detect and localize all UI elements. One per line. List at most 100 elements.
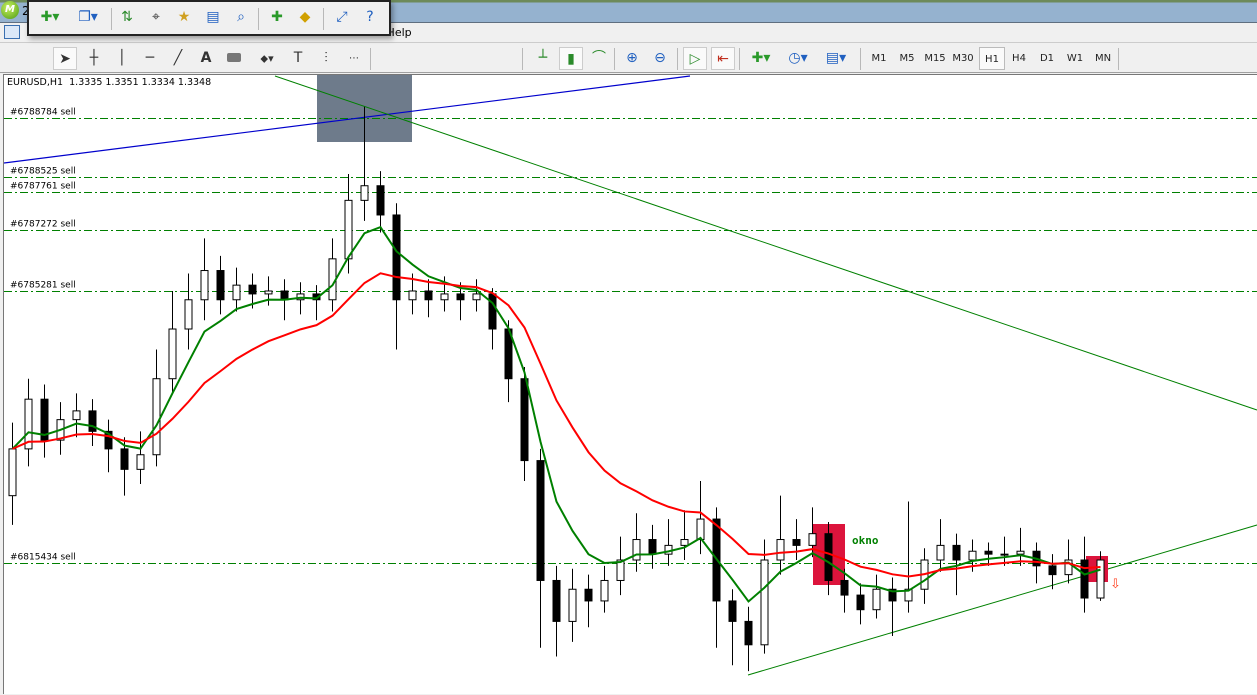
crosshair-icon[interactable]: ┼ — [82, 47, 106, 70]
candle — [904, 501, 913, 613]
candle-body — [360, 185, 369, 201]
candle-body — [488, 293, 497, 330]
candle-body — [552, 579, 561, 622]
arrows-icon[interactable]: ⬥▾ — [252, 47, 282, 70]
candle-body — [72, 410, 81, 421]
candle — [776, 495, 785, 575]
candle-body — [600, 579, 609, 602]
sell-arrow-icon: ⇩ — [1110, 577, 1121, 592]
floating-standard-toolbar[interactable]: ✚▾ ❐▾ ⇅ ⌖ ★ ▤ ⌕ ✚ ◆ ⤢ ? — [27, 0, 391, 36]
market-watch-icon[interactable]: ⇅ — [115, 6, 139, 29]
timeframe-m30[interactable]: M30 — [950, 47, 976, 70]
candle-body — [264, 290, 273, 295]
candle-body — [408, 290, 417, 301]
rectangle-icon[interactable] — [222, 47, 246, 70]
candle-body — [8, 448, 17, 497]
candle-body — [776, 539, 785, 561]
trendline-icon[interactable]: ╱ — [166, 47, 190, 70]
cursor-icon[interactable]: ➤ — [53, 47, 77, 70]
chart-window-icon[interactable] — [4, 25, 20, 39]
candle-body — [728, 600, 737, 622]
candle — [1000, 536, 1009, 566]
candle-body — [568, 588, 577, 622]
horizontal-line-icon[interactable]: ─ — [138, 47, 162, 70]
candle-body — [424, 290, 433, 301]
candle — [136, 431, 145, 484]
candle-body — [1096, 559, 1105, 599]
candle-body — [456, 293, 465, 301]
candle — [328, 238, 337, 312]
candle — [632, 513, 641, 572]
candle-body — [200, 270, 209, 301]
timeframe-m1[interactable]: M1 — [866, 47, 892, 70]
templates-icon[interactable]: ▤▾ — [820, 47, 852, 70]
order-label: #6785281 sell — [10, 281, 76, 291]
candlestick-icon[interactable]: ▮ — [559, 47, 583, 70]
candle — [1048, 554, 1057, 590]
timeframe-w1[interactable]: W1 — [1062, 47, 1088, 70]
toolbar: ➤ ┼ │ ─ ╱ A ⬥▾ T ⫶ ⋯ ┴ ▮ ⌒ ⊕ ⊖ ▷ ⇤ ✚▾ ◷▾… — [0, 44, 1257, 73]
fullscreen-icon[interactable]: ⤢ — [330, 6, 354, 29]
navigator-icon[interactable]: ★ — [172, 6, 196, 29]
fibonacci-fan-icon[interactable]: ⋯ — [342, 47, 366, 70]
periods-icon[interactable]: ◷▾ — [783, 47, 813, 70]
candle — [984, 542, 993, 566]
indicators-icon[interactable]: ✚▾ — [746, 47, 776, 70]
new-chart-icon[interactable]: ✚▾ — [35, 6, 65, 29]
candle — [760, 539, 769, 654]
alert-icon[interactable]: ◆ — [293, 6, 317, 29]
text-label-icon[interactable]: T — [286, 47, 310, 70]
candle-body — [872, 588, 881, 611]
data-window-crosshair-icon[interactable]: ⌖ — [144, 6, 168, 29]
green-resistance-trendline — [274, 75, 1257, 411]
chart-symbol: EURUSD,H1 — [7, 77, 64, 88]
order-label: #6788784 sell — [10, 108, 76, 118]
candle — [1064, 539, 1073, 584]
candle — [648, 524, 657, 569]
candle-body — [632, 539, 641, 561]
candle-body — [680, 539, 689, 546]
strategy-tester-icon[interactable]: ⌕ — [229, 6, 253, 29]
new-order-icon[interactable]: ✚ — [265, 6, 289, 29]
candle — [376, 171, 385, 233]
fibonacci-icon[interactable]: ⫶ — [314, 47, 338, 70]
line-chart-icon[interactable]: ⌒ — [587, 47, 611, 70]
timeframe-h1[interactable]: H1 — [979, 47, 1005, 70]
candle — [472, 279, 481, 312]
candle-body — [936, 544, 945, 561]
timeframe-m15[interactable]: M15 — [922, 47, 948, 70]
profiles-icon[interactable]: ❐▾ — [73, 6, 103, 29]
order-label: #6815434 sell — [10, 553, 76, 563]
help-icon[interactable]: ? — [358, 6, 382, 29]
chart-shift-icon[interactable]: ⇤ — [711, 47, 735, 70]
timeframe-mn[interactable]: MN — [1090, 47, 1116, 70]
zoom-out-icon[interactable]: ⊖ — [648, 47, 672, 70]
timeframe-m5[interactable]: M5 — [894, 47, 920, 70]
timeframe-h4[interactable]: H4 — [1006, 47, 1032, 70]
order-label: #6787761 sell — [10, 182, 76, 192]
candle-body — [696, 518, 705, 541]
candle — [24, 378, 33, 467]
candle — [552, 565, 561, 657]
slow-moving-average — [12, 272, 1101, 578]
candle-body — [216, 270, 225, 301]
candle — [664, 519, 673, 566]
candle-body — [744, 620, 753, 646]
candle — [584, 574, 593, 628]
bar-chart-icon[interactable]: ┴ — [531, 47, 555, 70]
candle — [200, 238, 209, 321]
candle — [872, 574, 881, 619]
autoscroll-icon[interactable]: ▷ — [683, 47, 707, 70]
terminal-icon[interactable]: ▤ — [201, 6, 225, 29]
zoom-in-icon[interactable]: ⊕ — [620, 47, 644, 70]
timeframe-d1[interactable]: D1 — [1034, 47, 1060, 70]
chart-area[interactable]: #6788784 sell #6788525 sell #6787761 sell #… — [3, 74, 1257, 694]
text-icon[interactable]: A — [194, 47, 218, 70]
vertical-line-icon[interactable]: │ — [110, 47, 134, 70]
candle-body — [472, 293, 481, 301]
candle — [168, 290, 177, 394]
candle — [744, 606, 753, 672]
chart-canvas[interactable]: #6788784 sell #6788525 sell #6787761 sell #… — [4, 75, 1257, 695]
candle — [40, 384, 49, 458]
candle-body — [1000, 553, 1009, 556]
